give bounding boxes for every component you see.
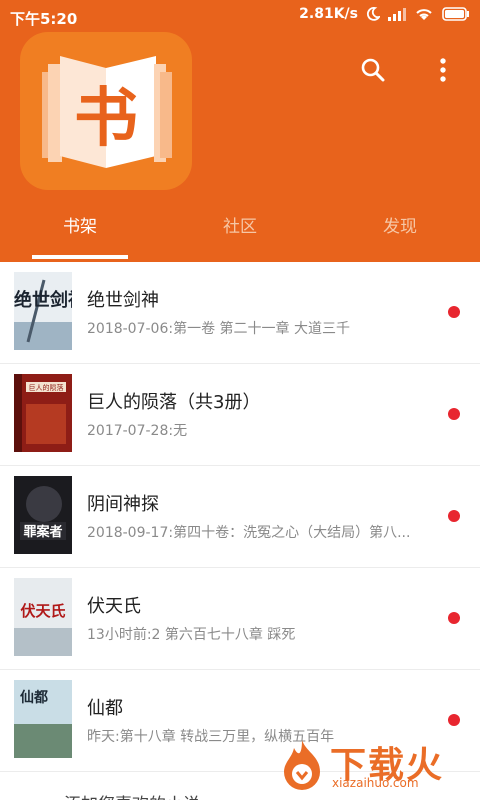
- svg-text:巨人的陨落: 巨人的陨落: [29, 383, 64, 392]
- watermark: 下载火 xiazaihuo.com: [274, 736, 474, 798]
- battery-icon: [442, 7, 470, 21]
- book-cover: 巨人的陨落: [14, 374, 72, 452]
- search-icon: [361, 58, 385, 82]
- book-item[interactable]: 绝世剑神 绝世剑神 2018-07-06:第一卷 第二十一章 大道三千: [0, 262, 480, 364]
- status-time: 下午5:20: [10, 10, 78, 28]
- book-list: 绝世剑神 绝世剑神 2018-07-06:第一卷 第二十一章 大道三千 巨人的陨…: [0, 262, 480, 800]
- status-bar: 下午5:20 2.81K/s: [0, 0, 480, 34]
- tab-community[interactable]: 社区: [160, 205, 320, 251]
- book-latest-chapter: 13小时前:2 第六百七十八章 踩死: [87, 627, 296, 643]
- book-title: 巨人的陨落（共3册）: [87, 392, 261, 413]
- book-cover: 绝世剑神: [14, 272, 72, 350]
- status-icons: 2.81K/s: [299, 6, 470, 22]
- unread-dot: [448, 306, 460, 318]
- tab-bookshelf[interactable]: 书架: [0, 205, 160, 251]
- app-logo: 书: [20, 32, 192, 190]
- svg-text:伏天氏: 伏天氏: [20, 602, 65, 620]
- moon-icon: [366, 7, 380, 21]
- app-header: 下午5:20 2.81K/s 书 书架 社区 发现: [0, 0, 480, 262]
- book-title: 绝世剑神: [87, 290, 159, 311]
- book-item[interactable]: 罪案者 阴间神探 2018-09-17:第四十卷：洗冤之心（大结局）第八...: [0, 466, 480, 568]
- add-favorite-hint[interactable]: 添加您喜欢的小说: [64, 790, 200, 800]
- tab-bar: 书架 社区 发现: [0, 205, 480, 251]
- svg-text:书: 书: [74, 82, 138, 156]
- book-cover: 仙都: [14, 680, 72, 758]
- tab-discover[interactable]: 发现: [320, 205, 480, 251]
- unread-dot: [448, 510, 460, 522]
- watermark-url: xiazaihuo.com: [332, 776, 419, 790]
- book-latest-chapter: 2018-07-06:第一卷 第二十一章 大道三千: [87, 321, 350, 337]
- network-speed: 2.81K/s: [299, 6, 358, 22]
- svg-text:绝世剑神: 绝世剑神: [14, 289, 72, 311]
- svg-text:罪案者: 罪案者: [23, 524, 62, 540]
- book-title: 阴间神探: [87, 494, 159, 515]
- book-title: 伏天氏: [87, 596, 141, 617]
- flame-logo-icon: [284, 740, 320, 790]
- more-options-button[interactable]: [425, 52, 461, 88]
- book-latest-chapter: 2018-09-17:第四十卷：洗冤之心（大结局）第八...: [87, 525, 411, 541]
- book-cover: 伏天氏: [14, 578, 72, 656]
- more-vert-icon: [440, 58, 446, 82]
- unread-dot: [448, 714, 460, 726]
- book-cover: 罪案者: [14, 476, 72, 554]
- book-title: 仙都: [87, 698, 123, 719]
- unread-dot: [448, 612, 460, 624]
- wifi-icon: [414, 7, 434, 21]
- svg-text:仙都: 仙都: [20, 689, 48, 706]
- book-item[interactable]: 伏天氏 伏天氏 13小时前:2 第六百七十八章 踩死: [0, 568, 480, 670]
- book-item[interactable]: 巨人的陨落 巨人的陨落（共3册） 2017-07-28:无: [0, 364, 480, 466]
- book-latest-chapter: 2017-07-28:无: [87, 423, 188, 439]
- search-button[interactable]: [355, 52, 391, 88]
- unread-dot: [448, 408, 460, 420]
- tab-indicator: [32, 255, 128, 259]
- signal-icon: [388, 7, 406, 21]
